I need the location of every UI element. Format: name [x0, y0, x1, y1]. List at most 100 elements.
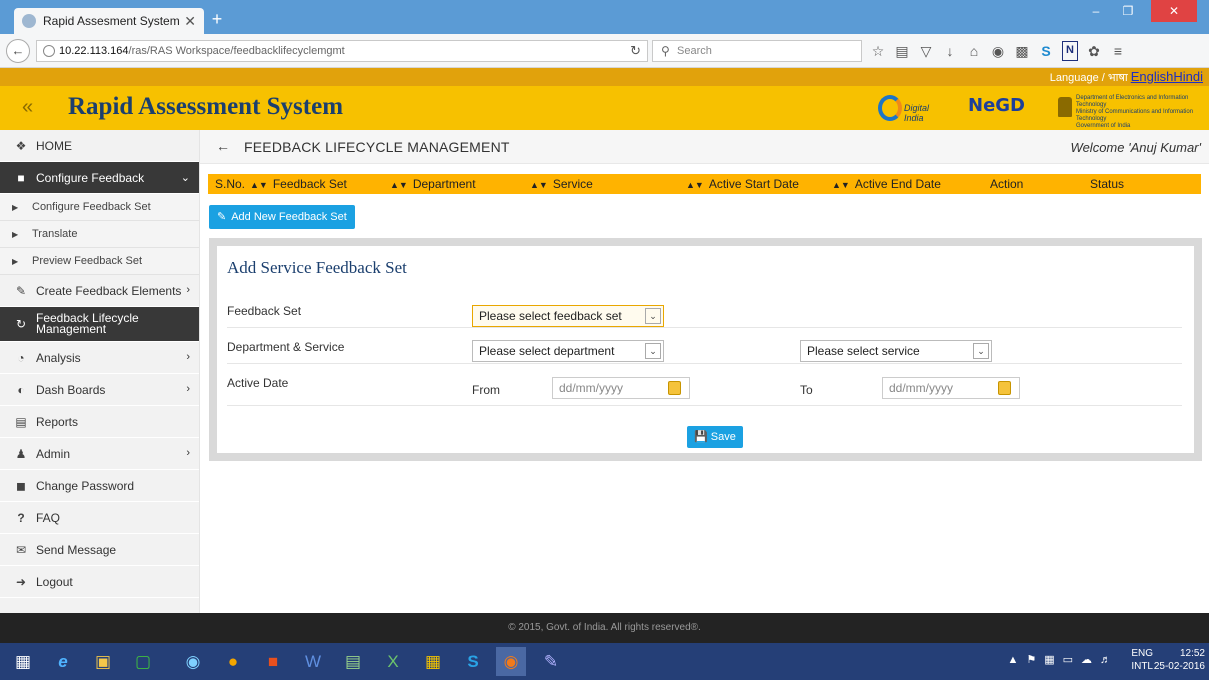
- language-options-link[interactable]: EnglishHindi: [1131, 69, 1203, 84]
- sidebar-item-send-message[interactable]: ✉ Send Message: [0, 534, 199, 566]
- tab-close-icon[interactable]: ✕: [184, 13, 196, 30]
- sidebar-item-configure-feedback[interactable]: ■ Configure Feedback ⌄: [0, 162, 199, 194]
- sidebar-item-logout[interactable]: ➜ Logout: [0, 566, 199, 598]
- column-header-active-start-date[interactable]: ▲▼ Active Start Date: [686, 174, 832, 194]
- browser-nav-bar: ← 10.22.113.164/ras/RAS Workspace/feedba…: [0, 34, 1209, 68]
- caret-right-icon: ▶: [12, 202, 19, 212]
- system-tray-icons[interactable]: ▲⚑▦▭☁♬: [1007, 653, 1119, 666]
- sidebar-item-reports[interactable]: ▤ Reports: [0, 406, 199, 438]
- column-header-service[interactable]: ▲▼ Service: [530, 174, 686, 194]
- to-date-input[interactable]: dd/mm/yyyy: [882, 377, 1020, 399]
- sidebar-item-label: Create Feedback Elements: [36, 283, 182, 298]
- system-clock[interactable]: 12:52 25-02-2016: [1154, 647, 1205, 673]
- service-select[interactable]: Please select service ⌄: [800, 340, 992, 362]
- terminal-icon[interactable]: ▤: [338, 647, 368, 676]
- app-title: Rapid Assessment System: [68, 93, 344, 120]
- input-language-indicator[interactable]: ENG INTL: [1131, 647, 1153, 673]
- sidebar-item-home[interactable]: ❖ HOME: [0, 130, 199, 162]
- pencil-icon: ✎: [15, 283, 27, 298]
- feedback-set-select[interactable]: Please select feedback set ⌄: [472, 305, 664, 327]
- sidebar-item-label: Logout: [36, 574, 73, 589]
- page-title: FEEDBACK LIFECYCLE MANAGEMENT: [244, 139, 510, 155]
- browser-tab[interactable]: Rapid Assesment System: ... ✕: [14, 8, 204, 34]
- paint-icon[interactable]: ✎: [536, 647, 566, 676]
- active-date-row: Active Date From dd/mm/yyyy To dd/mm/yyy…: [227, 366, 1182, 406]
- apps-icon[interactable]: ▦: [418, 647, 448, 676]
- pocket-icon[interactable]: ▽: [914, 41, 938, 61]
- firefox-icon[interactable]: ◉: [496, 647, 526, 676]
- department-select-value: Please select department: [479, 344, 615, 358]
- url-bar[interactable]: 10.22.113.164/ras/RAS Workspace/feedback…: [36, 40, 648, 62]
- column-header-sno[interactable]: S.No.: [208, 174, 250, 194]
- sidebar-subitem-configure-feedback-set[interactable]: ▶ Configure Feedback Set: [0, 194, 199, 221]
- save-button[interactable]: 💾 Save: [687, 426, 743, 448]
- chat-icon[interactable]: ◉: [986, 41, 1010, 61]
- chevron-down-icon: ⌄: [973, 343, 989, 359]
- column-header-department[interactable]: ▲▼ Department: [390, 174, 530, 194]
- skype-ext-icon[interactable]: S: [1034, 41, 1058, 61]
- store-icon[interactable]: ▢: [128, 647, 158, 676]
- bookmark-star-icon[interactable]: ☆: [866, 41, 890, 61]
- form-title: Add Service Feedback Set: [227, 258, 407, 277]
- window-minimize-button[interactable]: –: [1081, 0, 1111, 22]
- sidebar-subitem-label: Preview Feedback Set: [32, 255, 143, 267]
- office-icon[interactable]: ■: [258, 647, 288, 676]
- column-header-active-end-date[interactable]: ▲▼ Active End Date: [832, 174, 980, 194]
- column-header-feedback-set[interactable]: ▲▼ Feedback Set: [250, 174, 390, 194]
- calendar-icon[interactable]: [668, 381, 681, 395]
- sidebar-subitem-translate[interactable]: ▶ Translate: [0, 221, 199, 248]
- sidebar-item-analysis[interactable]: ◔ Analysis ›: [0, 342, 199, 374]
- screenshot-icon[interactable]: ▩: [1010, 41, 1034, 61]
- new-tab-button[interactable]: +: [206, 9, 228, 30]
- column-header-action: Action: [990, 177, 1024, 191]
- sort-icon: ▲▼: [686, 180, 704, 190]
- question-icon: ?: [17, 510, 25, 525]
- word-icon[interactable]: W: [298, 647, 328, 676]
- browser-back-button[interactable]: ←: [6, 39, 30, 63]
- window-maximize-button[interactable]: ❐: [1113, 0, 1143, 22]
- file-explorer-icon[interactable]: ▣: [88, 647, 118, 676]
- reload-icon[interactable]: ↻: [630, 41, 641, 61]
- sidebar-item-change-password[interactable]: ◼ Change Password: [0, 470, 199, 502]
- windows-start-icon[interactable]: ▦: [8, 647, 38, 676]
- add-new-feedback-set-button[interactable]: ✎ Add New Feedback Set: [209, 205, 355, 229]
- feedback-set-select-value: Please select feedback set: [479, 309, 622, 323]
- add-feedback-set-panel: Add Service Feedback Set Feedback Set Pl…: [209, 238, 1202, 461]
- tab-favicon-icon: [22, 14, 36, 28]
- page-header: ← FEEDBACK LIFECYCLE MANAGEMENT Welcome …: [200, 130, 1209, 164]
- edge-icon[interactable]: e: [48, 647, 78, 676]
- n-ext-icon[interactable]: N: [1062, 41, 1078, 61]
- sidebar-collapse-icon[interactable]: «: [22, 96, 33, 119]
- excel-icon[interactable]: X: [378, 647, 408, 676]
- window-close-button[interactable]: ✕: [1151, 0, 1197, 22]
- department-select[interactable]: Please select department ⌄: [472, 340, 664, 362]
- skype-icon[interactable]: S: [458, 647, 488, 676]
- globe-icon: [43, 45, 55, 57]
- chrome-icon[interactable]: ●: [218, 647, 248, 676]
- welcome-text: Welcome 'Anuj Kumar': [1070, 140, 1201, 155]
- calendar-icon[interactable]: [998, 381, 1011, 395]
- sidebar-item-dash-boards[interactable]: ◐ Dash Boards ›: [0, 374, 199, 406]
- table-header: S.No. ▲▼ Feedback Set ▲▼ Department ▲▼ Serv…: [208, 174, 1201, 194]
- sidebar-item-label: Analysis: [36, 350, 81, 365]
- home-browser-icon[interactable]: ⌂: [962, 41, 986, 61]
- sidebar-item-faq[interactable]: ? FAQ: [0, 502, 199, 534]
- back-arrow-icon[interactable]: ←: [216, 138, 230, 154]
- reading-list-icon[interactable]: ▤: [890, 41, 914, 61]
- sidebar-item-label: FAQ: [36, 510, 61, 525]
- search-placeholder: Search: [677, 45, 712, 57]
- browser-search-input[interactable]: ⚲ Search: [652, 40, 862, 62]
- to-label: To: [800, 383, 813, 397]
- chevron-down-icon: ⌄: [645, 308, 661, 324]
- sidebar-item-feedback-lifecycle-management[interactable]: ↻ Feedback Lifecycle Management: [0, 307, 199, 342]
- app-icon[interactable]: ◉: [178, 647, 208, 676]
- sidebar: ❖ HOME ■ Configure Feedback ⌄ ▶ Configur…: [0, 130, 200, 613]
- menu-icon[interactable]: ≡: [1106, 41, 1130, 61]
- sidebar-item-admin[interactable]: ♟ Admin ›: [0, 438, 199, 470]
- extension-icon[interactable]: ✿: [1082, 41, 1106, 61]
- from-date-input[interactable]: dd/mm/yyyy: [552, 377, 690, 399]
- sidebar-subitem-preview-feedback-set[interactable]: ▶ Preview Feedback Set: [0, 248, 199, 275]
- download-icon[interactable]: ↓: [938, 41, 962, 61]
- windows-taskbar: ▦ e ▣ ▢ ◉ ● ■ W ▤ X ▦ S ◉ ✎ ▲⚑▦▭☁♬ ENG I…: [0, 643, 1209, 680]
- sidebar-item-create-feedback-elements[interactable]: ✎ Create Feedback Elements ›: [0, 275, 199, 307]
